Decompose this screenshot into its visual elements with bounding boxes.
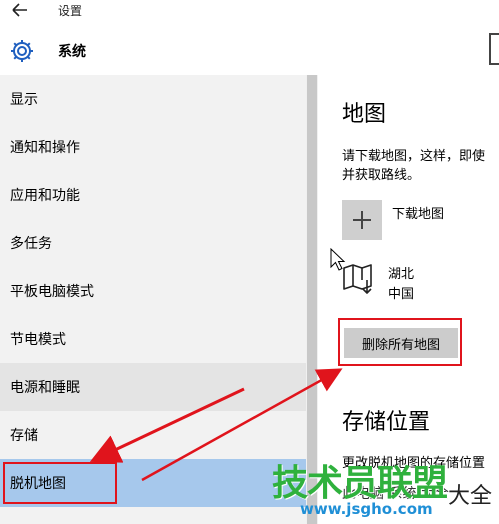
watermark-side-text: 大全 — [448, 484, 493, 509]
watermark-logo: 技术员联盟 — [272, 463, 448, 504]
arrow-to-offline-maps — [89, 387, 245, 463]
annotation-arrows — [89, 368, 343, 482]
mouse-cursor-icon — [330, 248, 346, 271]
watermark-url: www.jsgho.com — [300, 500, 433, 518]
